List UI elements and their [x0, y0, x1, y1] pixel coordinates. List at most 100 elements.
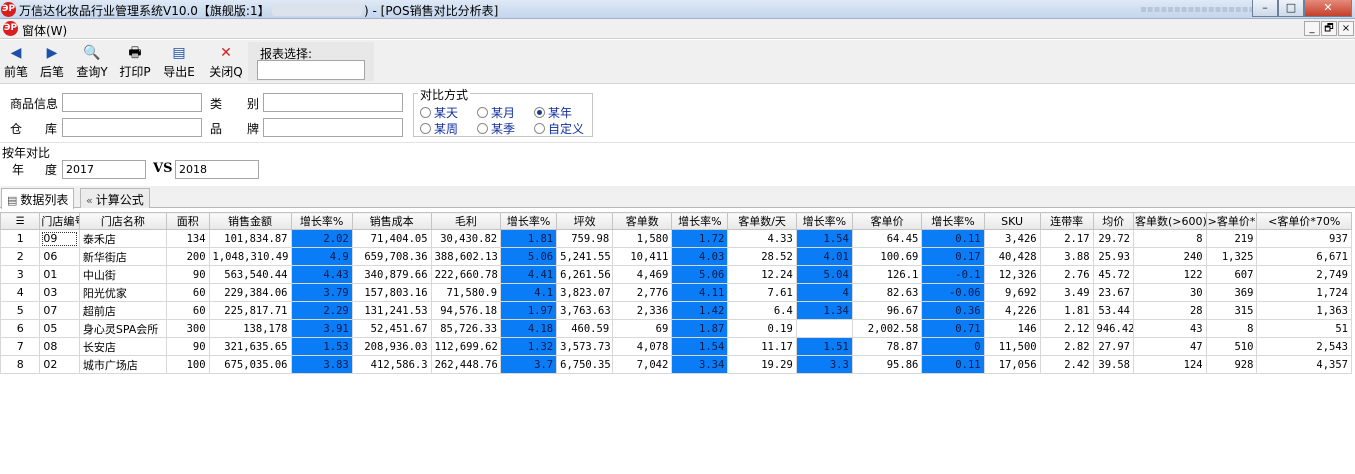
brand-input[interactable]	[263, 118, 403, 137]
table-cell[interactable]: 3.49	[1039, 283, 1094, 302]
growth-rate-cell[interactable]: 4.11	[671, 283, 729, 302]
table-cell[interactable]: 300	[166, 319, 210, 338]
mdi-close-button[interactable]: ×	[1338, 21, 1354, 36]
table-cell[interactable]: 1.81	[1039, 301, 1094, 320]
table-cell[interactable]: 39.58	[1092, 355, 1134, 374]
table-cell[interactable]: 28.52	[727, 247, 797, 266]
category-input[interactable]	[263, 93, 403, 112]
table-cell[interactable]: 8	[1132, 229, 1207, 248]
growth-rate-cell[interactable]: 4.1	[500, 283, 558, 302]
table-cell[interactable]: 240	[1132, 247, 1207, 266]
table-cell[interactable]: 229,384.06	[208, 283, 292, 302]
table-cell[interactable]: 928	[1205, 355, 1258, 374]
year-a-input[interactable]: 2017	[62, 160, 146, 179]
table-cell[interactable]: 219	[1205, 229, 1258, 248]
table-cell[interactable]: 3,426	[983, 229, 1041, 248]
table-cell[interactable]: 6.4	[727, 301, 797, 320]
table-cell[interactable]: 82.63	[851, 283, 923, 302]
growth-rate-cell[interactable]: 1.72	[671, 229, 729, 248]
table-cell[interactable]: 1,580	[612, 229, 673, 248]
growth-rate-cell[interactable]: 4	[795, 283, 853, 302]
table-cell[interactable]: 6,261.56	[556, 265, 614, 284]
growth-rate-cell[interactable]: 1.54	[671, 337, 729, 356]
radio-quarter[interactable]: 某季	[477, 120, 515, 137]
table-cell[interactable]: 937	[1256, 229, 1352, 248]
table-cell[interactable]: 101,834.87	[208, 229, 292, 248]
table-cell[interactable]: 30	[1132, 283, 1207, 302]
table-cell[interactable]: 1,048,310.49	[208, 247, 292, 266]
print-button[interactable]: 🖶 打印P	[119, 43, 151, 80]
table-row[interactable]: 3 01 中山街 90 563,540.44 4.43 340,879.66 222,660.…	[0, 265, 1352, 284]
table-cell[interactable]: 262,448.76	[430, 355, 502, 374]
store-name-cell[interactable]: 城市广场店	[78, 355, 168, 374]
growth-rate-cell[interactable]: 1.51	[795, 337, 853, 356]
growth-rate-cell[interactable]: 1.87	[671, 319, 729, 338]
table-cell[interactable]: 4.33	[727, 229, 797, 248]
growth-rate-cell[interactable]: 4.01	[795, 247, 853, 266]
table-cell[interactable]: 71,580.9	[430, 283, 502, 302]
growth-rate-cell[interactable]	[795, 319, 853, 338]
table-cell[interactable]: 51	[1256, 319, 1352, 338]
table-cell[interactable]: 2.12	[1039, 319, 1094, 338]
next-record-button[interactable]: ▶ 后笔	[39, 43, 65, 80]
growth-rate-cell[interactable]: -0.1	[921, 265, 985, 284]
table-row[interactable]: 8 02 城市广场店 100 675,035.06 3.83 412,586.3 262,44…	[0, 355, 1352, 374]
table-cell[interactable]: 659,708.36	[351, 247, 432, 266]
table-cell[interactable]: 4,357	[1256, 355, 1352, 374]
growth-rate-cell[interactable]: 0.11	[921, 355, 985, 374]
table-row[interactable]: 2 06 新华街店 200 1,048,310.49 4.9 659,708.36 388,6…	[0, 247, 1352, 266]
column-header[interactable]: 客单价	[851, 212, 923, 230]
growth-rate-cell[interactable]: 3.34	[671, 355, 729, 374]
table-cell[interactable]: 85,726.33	[430, 319, 502, 338]
mdi-restore-button[interactable]: 🗗	[1321, 21, 1337, 36]
data-grid[interactable]: ☰门店编号门店名称面积销售金额增长率%销售成本毛利增长率%坪效客单数增长率%客单…	[0, 212, 1355, 474]
table-cell[interactable]: 759.98	[556, 229, 614, 248]
growth-rate-cell[interactable]: 1.53	[290, 337, 353, 356]
column-header[interactable]: 销售成本	[351, 212, 432, 230]
table-cell[interactable]: 122	[1132, 265, 1207, 284]
store-name-cell[interactable]: 身心灵SPA会所	[78, 319, 168, 338]
table-cell[interactable]: 53.44	[1092, 301, 1134, 320]
column-header[interactable]: 增长率%	[795, 212, 853, 230]
table-row[interactable]: 4 03 阳光优家 60 229,384.06 3.79 157,803.16 71,580.…	[0, 283, 1352, 302]
growth-rate-cell[interactable]: 2.29	[290, 301, 353, 320]
table-cell[interactable]: 222,660.78	[430, 265, 502, 284]
table-cell[interactable]: 946.42	[1092, 319, 1134, 338]
table-cell[interactable]: 200	[166, 247, 210, 266]
table-cell[interactable]: 5,241.55	[556, 247, 614, 266]
menu-window[interactable]: 窗体(W)	[22, 22, 67, 39]
table-cell[interactable]: 100	[166, 355, 210, 374]
table-cell[interactable]: 4,469	[612, 265, 673, 284]
table-cell[interactable]: 6,750.35	[556, 355, 614, 374]
table-cell[interactable]: 131,241.53	[351, 301, 432, 320]
table-cell[interactable]: 321,635.65	[208, 337, 292, 356]
growth-rate-cell[interactable]: 0.17	[921, 247, 985, 266]
table-cell[interactable]: 10,411	[612, 247, 673, 266]
table-cell[interactable]: 3,823.07	[556, 283, 614, 302]
table-cell[interactable]: 45.72	[1092, 265, 1134, 284]
year-b-input[interactable]: 2018	[175, 160, 259, 179]
table-cell[interactable]: 510	[1205, 337, 1258, 356]
table-cell[interactable]: 12.24	[727, 265, 797, 284]
radio-week[interactable]: 某周	[420, 120, 458, 137]
table-cell[interactable]: 100.69	[851, 247, 923, 266]
growth-rate-cell[interactable]: 0	[921, 337, 985, 356]
table-cell[interactable]: 134	[166, 229, 210, 248]
table-cell[interactable]: 3,573.73	[556, 337, 614, 356]
store-code-cell[interactable]: 08	[39, 337, 80, 356]
table-cell[interactable]: 563,540.44	[208, 265, 292, 284]
growth-rate-cell[interactable]: -0.06	[921, 283, 985, 302]
radio-month[interactable]: 某月	[477, 104, 515, 121]
tab-data-list[interactable]: ▤ 数据列表	[1, 188, 75, 209]
growth-rate-cell[interactable]: 1.32	[500, 337, 558, 356]
maximize-button[interactable]: □	[1278, 0, 1304, 17]
table-cell[interactable]: 157,803.16	[351, 283, 432, 302]
table-cell[interactable]: 4,226	[983, 301, 1041, 320]
growth-rate-cell[interactable]: 4.41	[500, 265, 558, 284]
column-header[interactable]: 销售金额	[208, 212, 292, 230]
table-cell[interactable]: 1,325	[1205, 247, 1258, 266]
table-cell[interactable]: 4,078	[612, 337, 673, 356]
table-cell[interactable]: 6,671	[1256, 247, 1352, 266]
store-name-cell[interactable]: 超前店	[78, 301, 168, 320]
table-cell[interactable]: 1,363	[1256, 301, 1352, 320]
